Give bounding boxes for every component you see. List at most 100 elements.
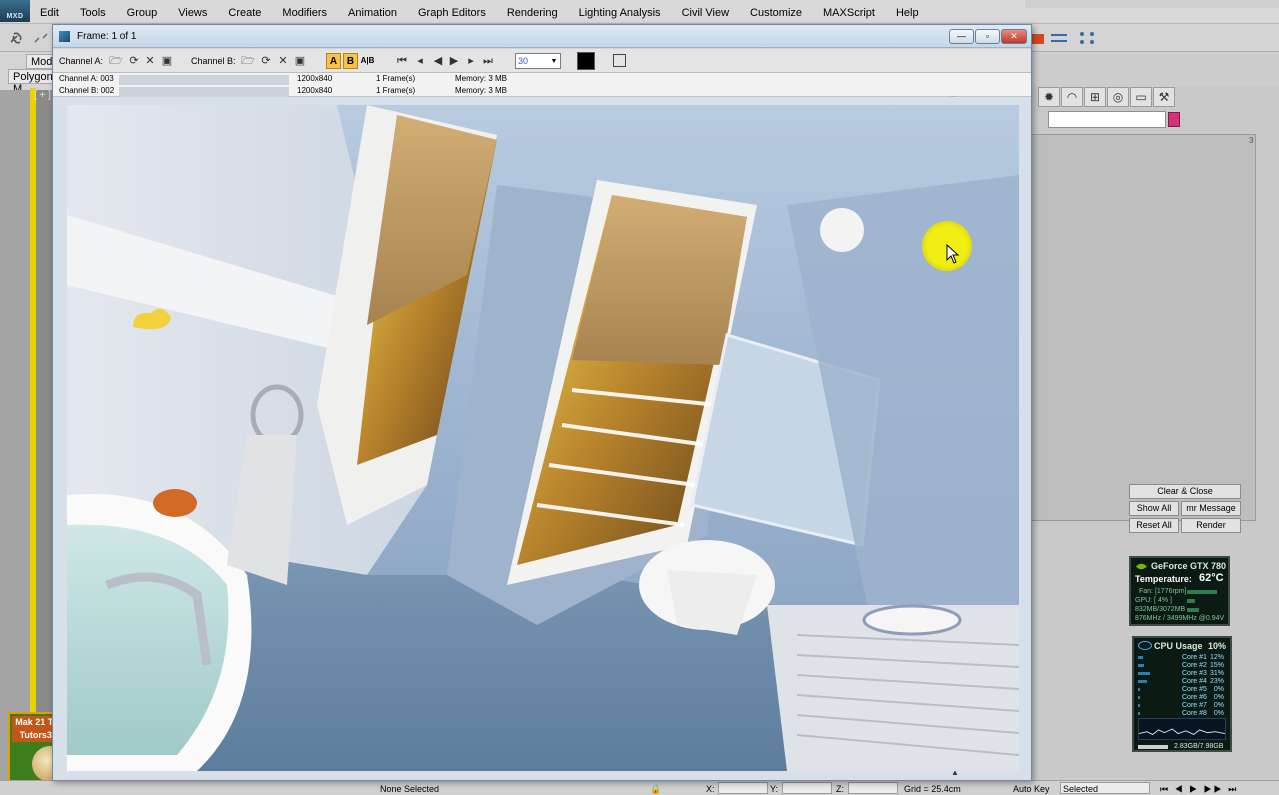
menu-group[interactable]: Group <box>127 0 158 24</box>
expand-bottom-icon[interactable]: ▲ <box>951 768 959 777</box>
menu-customize[interactable]: Customize <box>750 0 802 24</box>
playback-controls-icon[interactable]: ⏮ ◀ ▶ ▶▶ ⏭ <box>1160 784 1238 795</box>
key-mode-dropdown[interactable]: Selected <box>1060 782 1150 794</box>
channel-info-panel: Channel A: 003 1200x840 1 Frame(s) Memory: … <box>53 73 1031 97</box>
play-icon[interactable]: ▶ <box>447 54 461 68</box>
reset-all-button[interactable]: Reset All <box>1129 518 1179 533</box>
menu-animation[interactable]: Animation <box>348 0 397 24</box>
last-frame-icon[interactable]: ⏭ <box>481 54 495 68</box>
prev-frame-icon[interactable]: ◂ <box>413 54 427 68</box>
clear-b-icon[interactable]: ✕ <box>276 54 290 68</box>
cpu-core-label: Core #3 <box>1182 670 1207 677</box>
channel-b-button[interactable]: B <box>343 53 358 69</box>
cpu-core-value: 31% <box>1209 670 1224 677</box>
first-frame-icon[interactable]: ⏮ <box>395 54 409 68</box>
menu-graph-editors[interactable]: Graph Editors <box>418 0 486 24</box>
clear-close-button[interactable]: Clear & Close <box>1129 484 1241 499</box>
y-coordinate-field[interactable] <box>782 782 832 794</box>
align-icon[interactable] <box>1048 28 1070 48</box>
frame-rate-value: 30 <box>518 56 529 66</box>
menu-edit[interactable]: Edit <box>40 0 59 24</box>
background-color-swatch[interactable] <box>577 52 595 70</box>
active-viewport-border <box>30 88 36 780</box>
cpu-core-value: 0% <box>1213 710 1224 717</box>
gpu-monitor-widget: GeForce GTX 780 Temperature: 62°C Fan: [… <box>1129 556 1230 626</box>
mr-message-button[interactable]: mr Message <box>1181 501 1241 516</box>
frame-rate-dropdown[interactable]: 30 ▼ <box>515 53 561 69</box>
redacted-filename <box>119 87 289 97</box>
cpu-core-bar <box>1138 656 1143 659</box>
object-name-field[interactable] <box>1048 111 1166 128</box>
app-logo[interactable]: MXD <box>0 0 30 22</box>
refresh-icon[interactable]: ⟳ <box>127 54 141 68</box>
channel-info-memory: Memory: 3 MB <box>455 74 508 83</box>
channel-info-name: Channel B: 002 <box>59 86 115 95</box>
command-rollout <box>1031 134 1256 521</box>
menu-tools[interactable]: Tools <box>80 0 106 24</box>
close-button[interactable]: ✕ <box>1001 29 1027 44</box>
frame-buffer-titlebar[interactable]: Frame: 1 of 1 — ▫ ✕ <box>53 25 1031 48</box>
utilities-tab-icon[interactable]: ⚒ <box>1153 87 1175 107</box>
open-folder-b-icon[interactable]: 🗁 <box>241 54 255 68</box>
gpu-load-bar <box>1187 599 1195 603</box>
grid-size: Grid = 25.4cm <box>904 784 961 794</box>
render-button[interactable]: Render <box>1181 518 1241 533</box>
menu-help[interactable]: Help <box>896 0 919 24</box>
show-all-button[interactable]: Show All <box>1129 501 1179 516</box>
menu-views[interactable]: Views <box>178 0 207 24</box>
open-folder-icon[interactable]: 🗁 <box>109 54 123 68</box>
channel-a-label: Channel A: <box>59 56 104 66</box>
cpu-core-value: 15% <box>1209 662 1224 669</box>
motion-tab-icon[interactable]: ◎ <box>1107 87 1129 107</box>
viewport-label[interactable]: [ + ] <box>34 90 51 101</box>
render-image[interactable] <box>67 105 1019 771</box>
display-tab-icon[interactable]: ▭ <box>1130 87 1152 107</box>
ribbon: Model Polygon M <box>0 52 61 95</box>
menu-modifiers[interactable]: Modifiers <box>282 0 327 24</box>
object-color-swatch[interactable] <box>1168 112 1180 127</box>
clone-window-icon[interactable] <box>613 54 626 67</box>
cpu-core-value: 0% <box>1213 694 1224 701</box>
cpu-memory-bar <box>1138 745 1168 749</box>
menu-create[interactable]: Create <box>228 0 261 24</box>
cpu-monitor-widget: CPU Usage 10% Core #1 12% Core #2 15% Core #… <box>1132 636 1232 752</box>
x-coordinate-field[interactable] <box>718 782 768 794</box>
menu-rendering[interactable]: Rendering <box>507 0 558 24</box>
cpu-core-bar <box>1138 672 1150 675</box>
auto-key-label[interactable]: Auto Key <box>1013 784 1050 794</box>
create-tab-icon[interactable]: ✹ <box>1038 87 1060 107</box>
z-coordinate-field[interactable] <box>848 782 898 794</box>
z-label: Z: <box>836 784 844 794</box>
menu-civil-view[interactable]: Civil View <box>682 0 729 24</box>
save-b-icon[interactable]: ▣ <box>293 54 307 68</box>
unlink-icon[interactable] <box>30 28 52 48</box>
mouse-cursor-icon <box>946 244 960 264</box>
link-icon[interactable] <box>6 28 28 48</box>
clear-icon[interactable]: ✕ <box>143 54 157 68</box>
gpu-clocks: 876MHz / 3499MHz @0.94V <box>1135 615 1225 622</box>
lock-selection-icon[interactable]: 🔒 <box>650 784 661 795</box>
schematic-icon[interactable] <box>1076 28 1098 48</box>
cpu-core-label: Core #6 <box>1182 694 1207 701</box>
modify-tab-icon[interactable]: ◠ <box>1061 87 1083 107</box>
save-icon[interactable]: ▣ <box>160 54 174 68</box>
channel-a-button[interactable]: A <box>326 53 341 69</box>
menu-maxscript[interactable]: MAXScript <box>823 0 875 24</box>
menu-lighting-analysis[interactable]: Lighting Analysis <box>579 0 661 24</box>
cpu-core-label: Core #7 <box>1182 702 1207 709</box>
rollout-scroll-marker: 3 <box>1249 136 1254 145</box>
maximize-button[interactable]: ▫ <box>975 29 1000 44</box>
channel-info-resolution: 1200x840 <box>297 86 333 95</box>
minimize-button[interactable]: — <box>949 29 974 44</box>
cpu-core-bar <box>1138 712 1140 715</box>
ab-compare-button[interactable]: A|B <box>360 53 375 69</box>
refresh-b-icon[interactable]: ⟳ <box>259 54 273 68</box>
next-frame-icon[interactable]: ▸ <box>464 54 478 68</box>
tab-model[interactable]: Model <box>26 54 61 69</box>
play-back-icon[interactable]: ◀ <box>431 54 445 68</box>
channel-info-frames: 1 Frame(s) <box>376 86 416 95</box>
channel-info-frames: 1 Frame(s) <box>376 74 416 83</box>
cpu-core-value: 23% <box>1209 678 1224 685</box>
tab-polygon-modeling[interactable]: Polygon M <box>8 69 54 95</box>
hierarchy-tab-icon[interactable]: ⊞ <box>1084 87 1106 107</box>
